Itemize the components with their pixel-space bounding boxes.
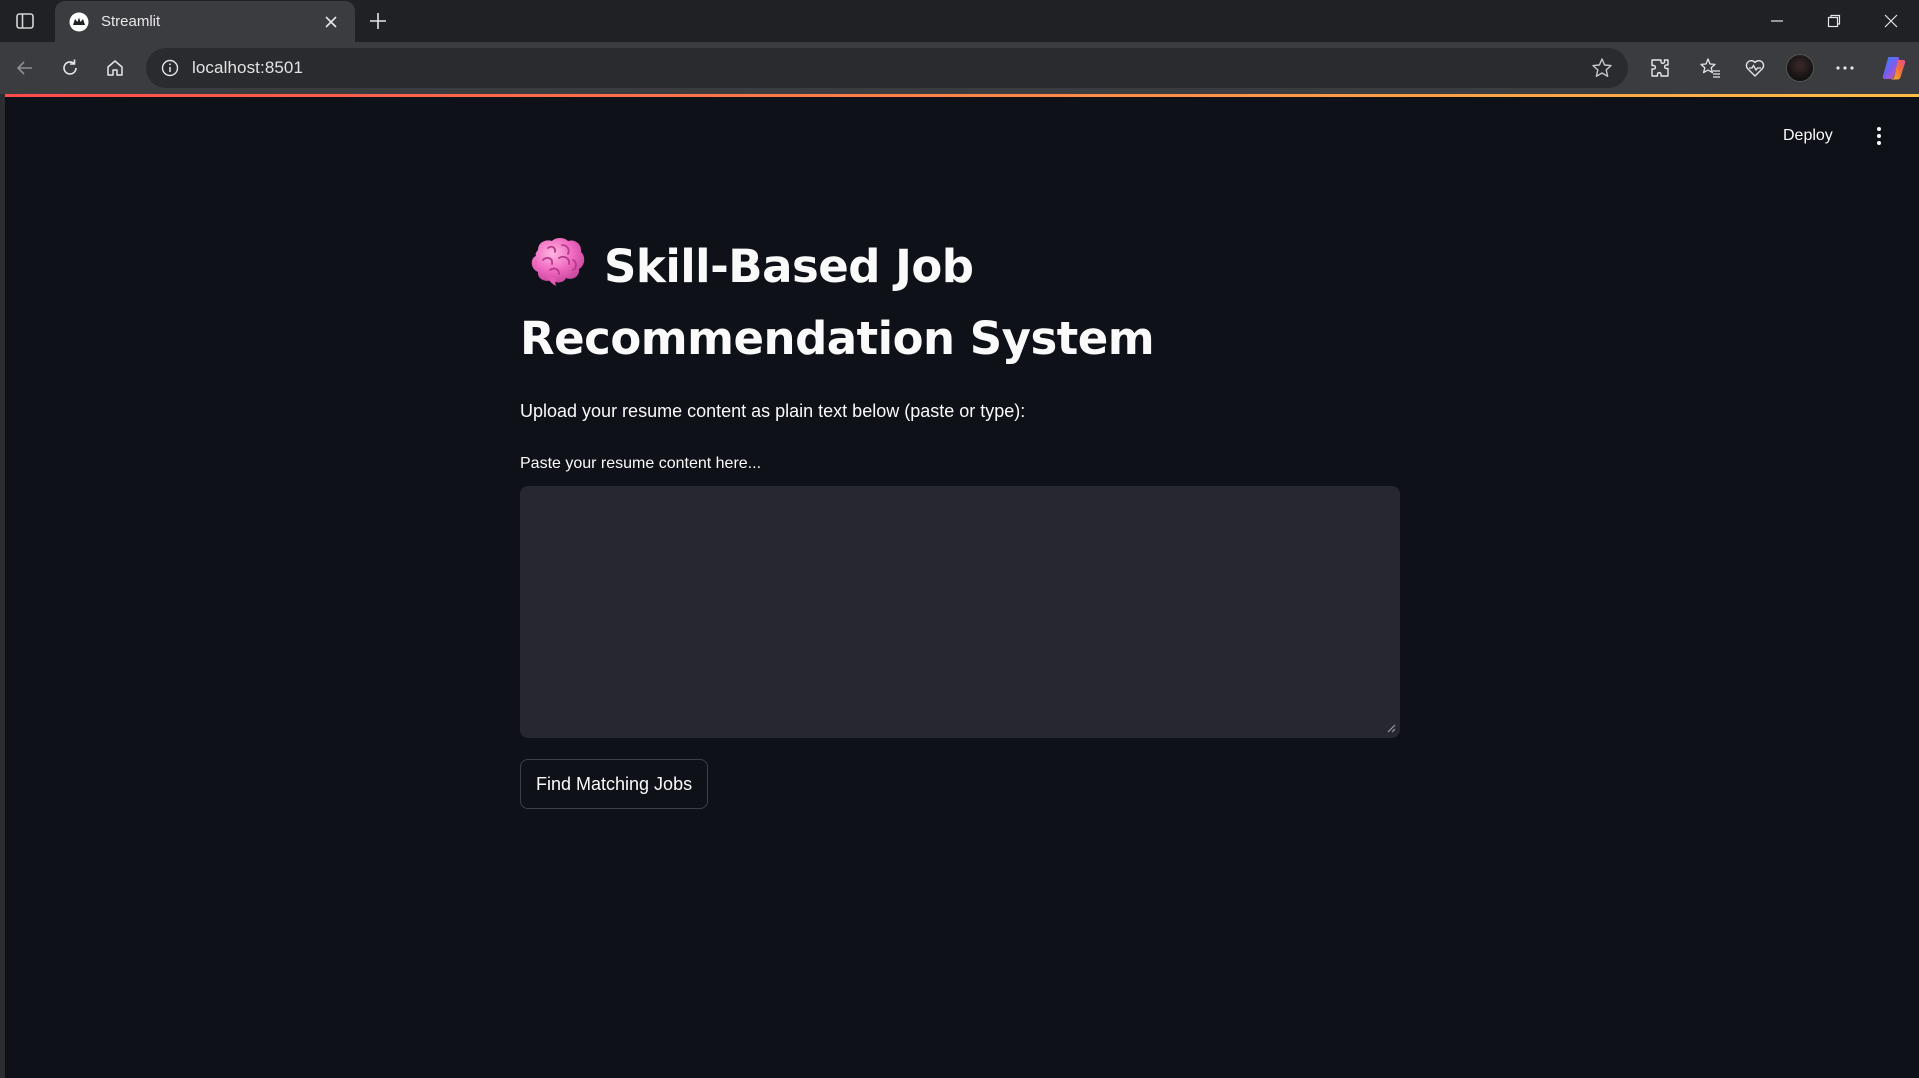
url-text: localhost:8501 — [192, 58, 304, 77]
address-bar[interactable]: localhost:8501 — [146, 48, 1628, 88]
tab-close-icon[interactable] — [319, 10, 343, 34]
minimize-icon[interactable] — [1749, 0, 1805, 42]
streamlit-favicon-icon — [67, 10, 91, 34]
favorite-star-icon[interactable] — [1582, 48, 1622, 88]
resume-textarea[interactable] — [520, 486, 1400, 738]
main-menu-icon[interactable] — [1864, 118, 1894, 154]
header-decoration-bar — [5, 94, 1919, 97]
resume-textarea-label: Paste your resume content here... — [520, 455, 762, 472]
deploy-button[interactable]: Deploy — [1777, 118, 1839, 154]
tab-title: Streamlit — [101, 13, 161, 30]
site-info-icon[interactable] — [150, 48, 190, 88]
instructions-text: Upload your resume content as plain text… — [520, 401, 1026, 421]
brain-icon — [528, 236, 586, 306]
browser-tab[interactable]: Streamlit — [55, 1, 355, 42]
title-line-2: Recommendation System — [520, 312, 1155, 365]
back-icon[interactable] — [7, 50, 43, 86]
browser-titlebar: Streamlit — [0, 0, 1919, 42]
home-icon[interactable] — [97, 50, 133, 86]
streamlit-app: Deploy Skill-Based Job Recommendation Sy… — [5, 94, 1919, 1078]
profile-avatar[interactable] — [1786, 54, 1814, 82]
title-line-1: Skill-Based Job — [604, 240, 974, 293]
textarea-resize-handle-icon[interactable] — [1386, 720, 1396, 738]
extensions-icon[interactable] — [1642, 50, 1678, 86]
main-content: Skill-Based Job Recommendation System Up… — [520, 234, 1400, 809]
refresh-icon[interactable] — [52, 50, 88, 86]
browser-essentials-icon[interactable] — [1737, 50, 1773, 86]
new-tab-button[interactable] — [364, 7, 392, 35]
browser-toolbar: localhost:8501 — [0, 42, 1919, 94]
more-options-icon[interactable] — [1827, 50, 1863, 86]
restore-icon[interactable] — [1806, 0, 1862, 42]
favorites-icon[interactable] — [1692, 50, 1728, 86]
close-window-icon[interactable] — [1863, 0, 1919, 42]
page-title: Skill-Based Job Recommendation System — [520, 234, 1400, 372]
copilot-icon[interactable] — [1880, 54, 1908, 82]
find-matching-jobs-button[interactable]: Find Matching Jobs — [520, 759, 709, 809]
sidebar-toggle-icon[interactable] — [12, 9, 38, 33]
